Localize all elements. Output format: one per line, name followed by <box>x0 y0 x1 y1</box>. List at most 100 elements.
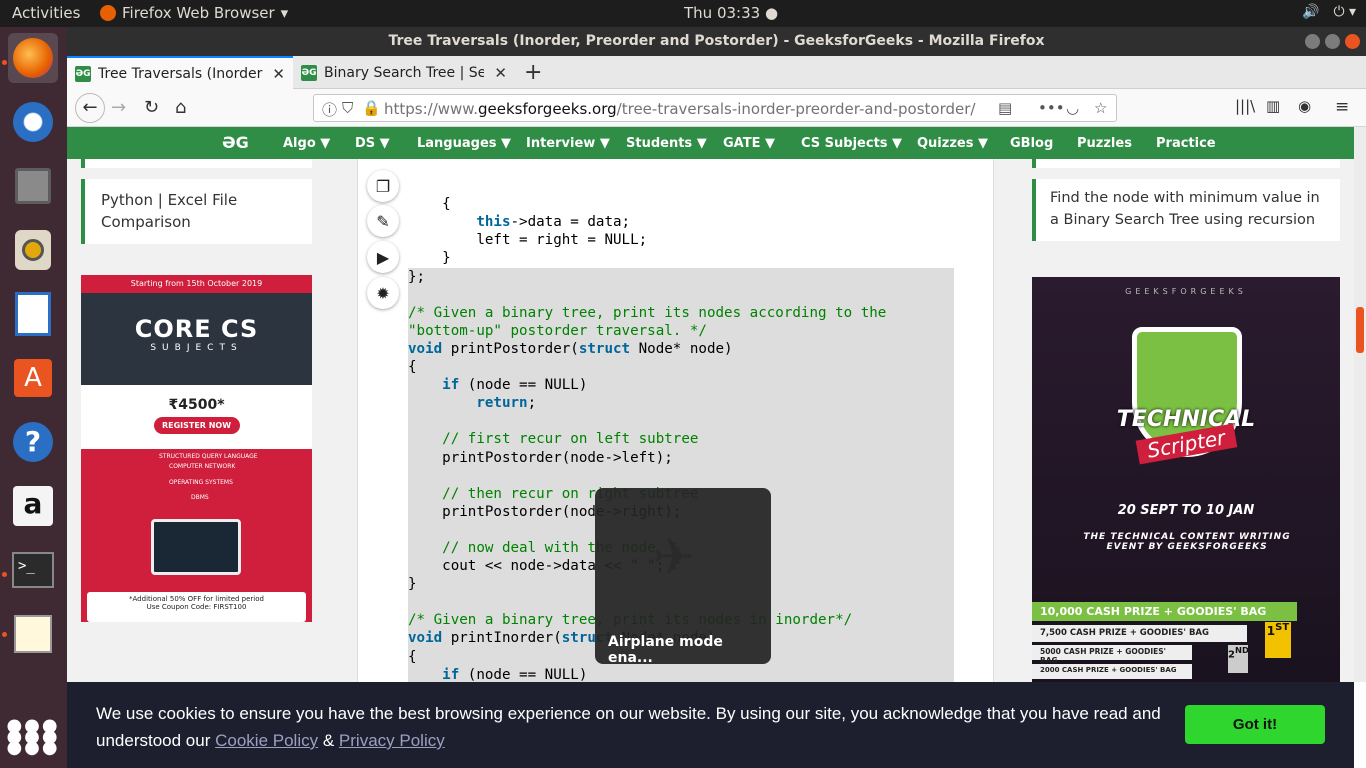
ad-prize: 5000 CASH PRIZE + GOODIES' BAG <box>1032 645 1192 665</box>
amazon-launcher[interactable]: a <box>8 481 58 531</box>
hamburger-menu-icon[interactable]: ≡ <box>1335 97 1349 117</box>
page-actions-icon[interactable]: ••• <box>1038 99 1065 117</box>
software-launcher[interactable]: A <box>8 353 58 403</box>
technical-scripter-ad[interactable]: GEEKSFORGEEKS TECHNICAL Scripter 20 SEPT… <box>1032 277 1340 682</box>
reader-view-icon[interactable]: ▤ <box>998 99 1012 117</box>
ad-prize: 10,000 CASH PRIZE + GOODIES' BAG <box>1032 602 1297 621</box>
speaker-icon <box>15 230 51 270</box>
address-bar[interactable]: ⓘ ⛉ 🔒 https://www.geeksforgeeks.org/tree… <box>313 94 1117 122</box>
firefox-launcher[interactable] <box>8 33 58 83</box>
shopping-bag-icon: A <box>14 359 52 397</box>
cookie-policy-link[interactable]: Cookie Policy <box>215 731 318 750</box>
window-titlebar[interactable]: Tree Traversals (Inorder, Preorder and P… <box>67 27 1366 56</box>
left-related-link[interactable]: Python | Excel File Comparison <box>81 179 312 244</box>
right-related-link[interactable]: Find the node with minimum value in a Bi… <box>1032 179 1340 241</box>
theme-toggle-button[interactable]: ✹ <box>367 277 399 309</box>
pocket-icon[interactable]: ◡ <box>1066 99 1079 117</box>
volume-icon: 🔊 <box>1302 4 1320 20</box>
tab-label: Tree Traversals (Inorder, <box>98 65 263 82</box>
copy-icon: ❐ <box>375 176 391 196</box>
thunderbird-launcher[interactable] <box>8 97 58 147</box>
account-icon[interactable]: ◉ <box>1298 97 1311 115</box>
menu-algo[interactable]: Algo ▼ <box>283 136 330 151</box>
home-button[interactable]: ⌂ <box>175 97 186 118</box>
clock[interactable]: Thu 03:33 ● <box>684 4 778 22</box>
ad-item: OPERATING SYSTEMS <box>169 479 233 486</box>
menu-ds[interactable]: DS ▼ <box>355 136 390 151</box>
ad-prize: 7,500 CASH PRIZE + GOODIES' BAG <box>1032 625 1247 642</box>
airplane-icon: ✈ <box>653 528 695 586</box>
close-tab-icon[interactable]: ✕ <box>494 64 507 82</box>
tab-bar: ƏG Tree Traversals (Inorder, ✕ ƏG Binary… <box>67 56 1366 89</box>
terminal-launcher[interactable]: >_ <box>8 545 58 595</box>
run-code-button[interactable]: ▶ <box>367 241 399 273</box>
window-title: Tree Traversals (Inorder, Preorder and P… <box>388 33 1045 49</box>
core-cs-ad[interactable]: Starting from 15th October 2019 CORE CS … <box>81 275 312 622</box>
page-scrollbar[interactable] <box>1354 127 1366 682</box>
rhythmbox-launcher[interactable] <box>8 225 58 275</box>
ad-item: STRUCTURED QUERY LANGUAGE <box>159 453 258 460</box>
text-editor-launcher[interactable] <box>8 609 58 659</box>
activities-button[interactable]: Activities <box>12 4 80 22</box>
first-place-badge: 1ST <box>1265 622 1291 658</box>
forward-button[interactable]: → <box>111 97 126 118</box>
privacy-policy-link[interactable]: Privacy Policy <box>339 731 445 750</box>
menu-practice[interactable]: Practice <box>1156 136 1216 151</box>
ad-offer: *Additional 50% OFF for limited period <box>129 595 264 603</box>
running-indicator <box>2 632 7 637</box>
lock-icon[interactable]: 🔒 <box>362 99 381 117</box>
got-it-button[interactable]: Got it! <box>1185 705 1325 744</box>
help-launcher[interactable]: ? <box>8 417 58 467</box>
file-cabinet-icon <box>15 168 51 204</box>
menu-cs-subjects[interactable]: CS Subjects ▼ <box>801 136 902 151</box>
sidebar-card-top <box>81 159 312 168</box>
minimize-button[interactable] <box>1305 34 1320 49</box>
menu-gate[interactable]: GATE ▼ <box>723 136 775 151</box>
ad-coupon: Use Coupon Code: FIRST100 <box>146 603 247 611</box>
power-icon: ⏻ ▾ <box>1333 4 1356 20</box>
ad-item: COMPUTER NETWORK <box>169 463 236 470</box>
sidebar-icon[interactable]: ▥ <box>1266 97 1280 115</box>
ad-register-button[interactable]: REGISTER NOW <box>153 417 240 434</box>
app-menu[interactable]: Firefox Web Browser ▾ <box>100 4 288 22</box>
tab-binary-search-tree[interactable]: ƏG Binary Search Tree | Set ✕ <box>293 56 515 89</box>
chevron-down-icon: ▾ <box>280 4 289 22</box>
tracking-shield-icon[interactable]: ⛉ <box>342 99 353 117</box>
back-button[interactable]: ← <box>75 93 105 123</box>
play-icon: ▶ <box>376 247 390 267</box>
edit-code-button[interactable]: ✎ <box>367 205 399 237</box>
ad-title: CORE CS <box>134 315 259 343</box>
close-window-button[interactable] <box>1345 34 1360 49</box>
copy-code-button[interactable]: ❐ <box>367 170 399 202</box>
bookmark-star-icon[interactable]: ☆ <box>1094 99 1107 117</box>
menu-quizzes[interactable]: Quizzes ▼ <box>917 136 988 151</box>
pencil-icon: ✎ <box>376 211 390 231</box>
amazon-icon: a <box>13 486 53 526</box>
reload-button[interactable]: ↻ <box>144 97 159 118</box>
firefox-icon <box>13 38 53 78</box>
menu-gblog[interactable]: GBlog <box>1010 136 1053 151</box>
info-icon[interactable]: ⓘ <box>322 99 337 120</box>
ad-item: DBMS <box>191 494 209 501</box>
new-tab-button[interactable]: + <box>524 60 542 85</box>
help-icon: ? <box>13 422 53 462</box>
files-launcher[interactable] <box>8 161 58 211</box>
scrollbar-thumb[interactable] <box>1356 307 1364 353</box>
library-icon[interactable]: |||\ <box>1235 97 1255 115</box>
writer-launcher[interactable] <box>8 289 58 339</box>
menu-interview[interactable]: Interview ▼ <box>526 136 610 151</box>
system-tray[interactable]: 🔊 ⏻ ▾ <box>1302 4 1356 20</box>
menu-puzzles[interactable]: Puzzles <box>1077 136 1132 151</box>
firefox-icon <box>100 5 116 21</box>
top-panel: Activities Firefox Web Browser ▾ Thu 03:… <box>0 0 1366 27</box>
second-place-badge: 2ND <box>1228 645 1249 673</box>
cookie-amp: & <box>322 731 335 750</box>
laptop-illustration <box>151 519 241 575</box>
menu-languages[interactable]: Languages ▼ <box>417 136 511 151</box>
maximize-button[interactable] <box>1325 34 1340 49</box>
tab-tree-traversals[interactable]: ƏG Tree Traversals (Inorder, ✕ <box>67 56 293 89</box>
gfg-logo[interactable]: ƏG <box>222 133 249 152</box>
menu-students[interactable]: Students ▼ <box>626 136 707 151</box>
close-tab-icon[interactable]: ✕ <box>272 65 285 83</box>
show-applications-button[interactable]: ●●● ●●● ●●● <box>6 711 58 761</box>
